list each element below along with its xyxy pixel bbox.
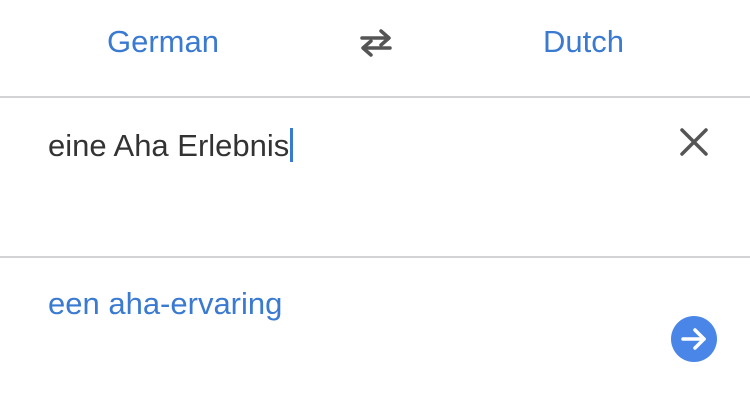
- source-language-button[interactable]: German: [107, 22, 219, 62]
- open-translation-button[interactable]: [671, 316, 717, 362]
- translate-screen: German Dutch eine Aha Erlebnis een aha-e…: [0, 0, 750, 404]
- language-bar: German Dutch: [0, 0, 750, 98]
- arrow-right-icon: [681, 328, 706, 350]
- swap-arrows-icon: [360, 29, 392, 57]
- translation-result-area: een aha-ervaring: [0, 258, 750, 404]
- swap-languages-button[interactable]: [356, 26, 396, 58]
- clear-input-button[interactable]: [676, 124, 712, 160]
- source-text-value: eine Aha Erlebnis: [48, 128, 290, 163]
- close-icon: [680, 128, 708, 156]
- translation-result-text[interactable]: een aha-ervaring: [48, 284, 282, 324]
- text-caret: [290, 128, 294, 162]
- source-text-area[interactable]: eine Aha Erlebnis: [0, 98, 750, 258]
- source-text-input[interactable]: eine Aha Erlebnis: [48, 126, 294, 166]
- target-language-button[interactable]: Dutch: [543, 22, 624, 62]
